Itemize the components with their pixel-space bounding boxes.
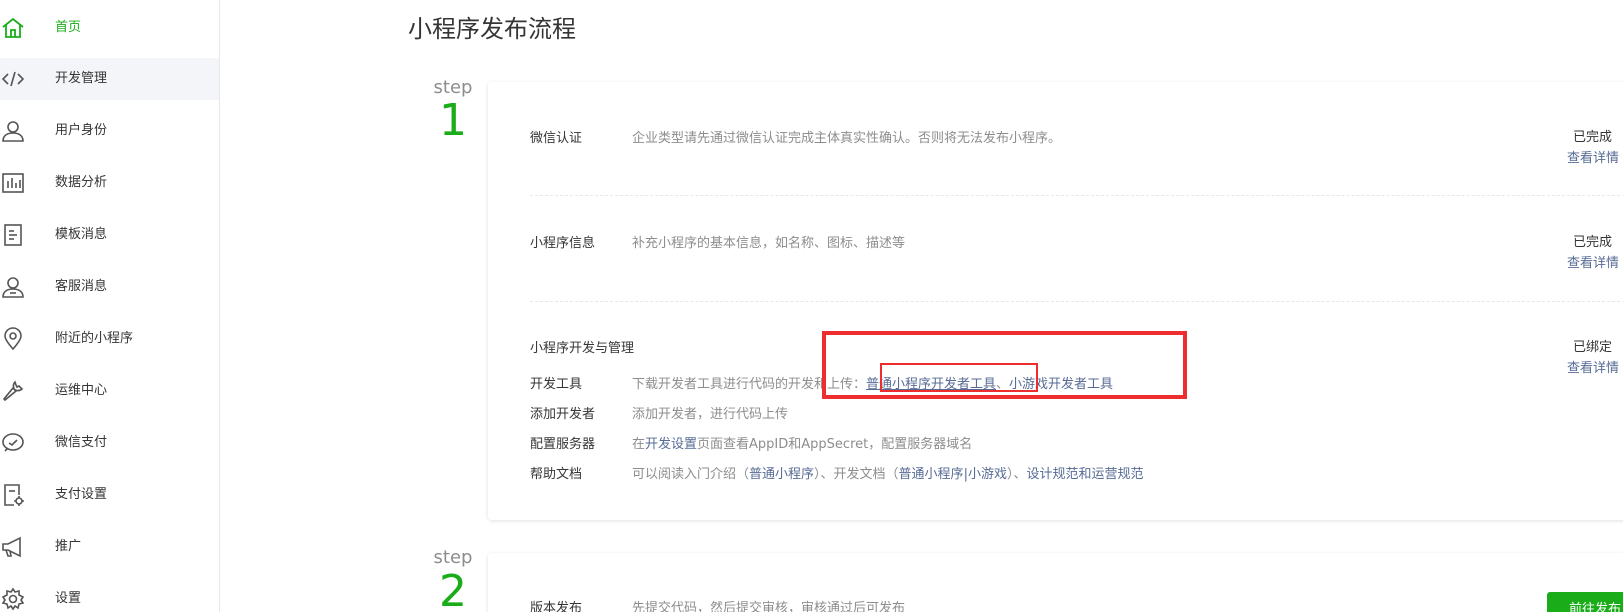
payment-settings-icon xyxy=(0,482,26,508)
miniprogram-info-desc: 补充小程序的基本信息，如名称、图标、描述等 xyxy=(632,236,906,251)
dev-settings-link[interactable]: 开发设置 xyxy=(645,437,697,452)
step-1-number: 1 xyxy=(439,95,467,146)
sidebar-item-nearby-miniprogram[interactable]: 附近的小程序 xyxy=(0,318,219,360)
document-icon xyxy=(0,222,26,248)
step-2-number: 2 xyxy=(439,566,467,612)
sidebar-item-settings[interactable]: 设置 xyxy=(0,578,219,612)
server-config-title: 配置服务器 xyxy=(530,437,596,452)
design-spec-link[interactable]: 设计规范 xyxy=(1026,467,1078,482)
server-config-desc: 在开发设置页面查看AppID和AppSecret，配置服务器域名 xyxy=(632,433,972,452)
dev-tools-desc: 下载开发者工具进行代码的开发和上传：普通小程序开发者工具、小游戏开发者工具 xyxy=(632,373,1113,392)
help-text: ）、开发文档（ xyxy=(814,467,899,482)
version-release-desc: 先提交代码，然后提交审核，审核通过后可发布 xyxy=(632,601,906,612)
sidebar-item-template-messages[interactable]: 模板消息 xyxy=(0,214,219,256)
miniprogram-info-status: 已完成 xyxy=(1573,235,1613,250)
sidebar-item-customer-service[interactable]: 客服消息 xyxy=(0,266,219,308)
sidebar-item-label: 客服消息 xyxy=(55,279,108,294)
wechat-auth-status: 已完成 xyxy=(1573,130,1613,145)
separator: 、 xyxy=(996,377,1010,392)
miniprogram-devtool-link[interactable]: 普通小程序开发者工具 xyxy=(866,377,996,392)
help-text: 可以阅读入门介绍（ xyxy=(632,467,750,482)
sidebar-item-label: 首页 xyxy=(55,20,82,35)
gear-icon xyxy=(0,586,26,612)
sidebar-item-label: 设置 xyxy=(55,591,82,606)
help-docs-desc: 可以阅读入门介绍（普通小程序）、开发文档（普通小程序|小游戏）、设计规范和运营规… xyxy=(632,463,1144,482)
sidebar-item-label: 数据分析 xyxy=(55,175,108,190)
sidebar-item-label: 微信支付 xyxy=(55,435,108,450)
miniprogram-info-title: 小程序信息 xyxy=(530,236,596,251)
sidebar-item-label: 运维中心 xyxy=(55,383,108,398)
dev-management-detail-link[interactable]: 查看详情 xyxy=(1567,357,1619,376)
megaphone-icon xyxy=(0,534,26,560)
wechat-auth-detail-link[interactable]: 查看详情 xyxy=(1567,147,1619,166)
dev-management-title: 小程序开发与管理 xyxy=(530,341,635,356)
docs-minigame-link[interactable]: 小游戏 xyxy=(968,467,1007,482)
divider xyxy=(530,195,1623,196)
sidebar-item-dev-management[interactable]: 开发管理 xyxy=(0,58,219,100)
home-icon xyxy=(0,15,26,41)
page-title: 小程序发布流程 xyxy=(408,15,576,43)
sidebar-item-home[interactable]: 首页 xyxy=(0,7,219,49)
version-release-title: 版本发布 xyxy=(530,601,583,612)
sidebar-item-label: 推广 xyxy=(55,539,82,554)
customer-service-icon xyxy=(0,274,26,300)
operation-spec-link[interactable]: 运营规范 xyxy=(1092,467,1144,482)
server-config-text: 在 xyxy=(632,437,646,452)
sidebar-item-label: 用户身份 xyxy=(55,123,108,138)
help-docs-title: 帮助文档 xyxy=(530,467,583,482)
user-icon xyxy=(0,118,26,144)
dev-management-status: 已绑定 xyxy=(1573,340,1613,355)
go-release-button[interactable]: 前往发布 xyxy=(1547,592,1623,612)
sidebar-item-wechat-pay[interactable]: 微信支付 xyxy=(0,422,219,464)
sidebar: 首页 开发管理 用户身份 数据分析 模板消息 客服消息 附近的小程序 运维中心 … xyxy=(0,0,220,612)
sidebar-item-label: 附近的小程序 xyxy=(55,331,134,346)
help-text: ）、 xyxy=(1006,467,1027,482)
sidebar-item-ops-center[interactable]: 运维中心 xyxy=(0,370,219,412)
code-icon xyxy=(0,66,26,92)
step-2-label: step xyxy=(433,547,473,568)
sidebar-item-label: 支付设置 xyxy=(55,487,108,502)
divider xyxy=(530,301,1623,302)
dev-tools-title: 开发工具 xyxy=(530,377,583,392)
minigame-devtool-link[interactable]: 小游戏开发者工具 xyxy=(1009,377,1113,392)
dev-tools-desc-text: 下载开发者工具进行代码的开发和上传： xyxy=(632,377,867,392)
wrench-icon xyxy=(0,378,26,404)
payment-icon xyxy=(0,430,26,456)
sidebar-item-user-identity[interactable]: 用户身份 xyxy=(0,110,219,152)
docs-miniprogram-link[interactable]: 普通小程序 xyxy=(899,467,964,482)
server-config-text: 页面查看AppID和AppSecret，配置服务器域名 xyxy=(697,437,973,452)
sidebar-item-payment-settings[interactable]: 支付设置 xyxy=(0,474,219,516)
sidebar-item-label: 开发管理 xyxy=(55,71,108,86)
sidebar-item-promotion[interactable]: 推广 xyxy=(0,526,219,568)
intro-miniprogram-link[interactable]: 普通小程序 xyxy=(749,467,814,482)
chart-icon xyxy=(0,170,26,196)
miniprogram-info-detail-link[interactable]: 查看详情 xyxy=(1567,252,1619,271)
wechat-auth-desc: 企业类型请先通过微信认证完成主体真实性确认。否则将无法发布小程序。 xyxy=(632,131,1062,146)
location-icon xyxy=(0,326,26,352)
sidebar-item-data-analysis[interactable]: 数据分析 xyxy=(0,162,219,204)
wechat-auth-title: 微信认证 xyxy=(530,131,583,146)
sidebar-item-label: 模板消息 xyxy=(55,227,108,242)
add-developer-desc: 添加开发者，进行代码上传 xyxy=(632,407,789,422)
help-text: 和 xyxy=(1078,467,1092,482)
add-developer-title: 添加开发者 xyxy=(530,407,596,422)
